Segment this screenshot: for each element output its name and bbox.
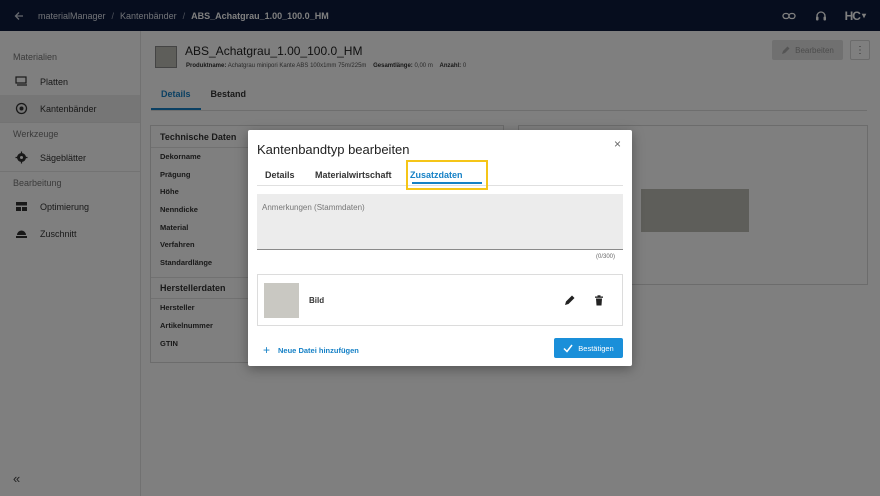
notes-textarea[interactable]: Anmerkungen (Stammdaten) [257,194,623,250]
edit-edgeband-dialog: Kantenbandtyp bearbeiten × Details Mater… [248,130,632,366]
highlight-box [406,160,488,190]
tab-materialwirtschaft[interactable]: Materialwirtschaft [315,163,392,186]
add-file-label: Neue Datei hinzufügen [278,345,359,355]
file-label: Bild [309,296,325,305]
file-item: Bild [257,274,623,326]
close-icon[interactable]: × [614,137,621,151]
confirm-button-label: Bestätigen [578,343,614,353]
dialog-title: Kantenbandtyp bearbeiten [257,142,410,157]
add-file-button[interactable]: + Neue Datei hinzufügen [263,343,359,357]
plus-icon: + [263,343,271,357]
notes-placeholder: Anmerkungen (Stammdaten) [262,203,365,212]
trash-icon[interactable] [592,293,606,307]
file-thumbnail [264,283,299,318]
confirm-button[interactable]: Bestätigen [554,338,623,358]
pencil-icon[interactable] [562,293,576,307]
tab-details[interactable]: Details [265,163,295,186]
check-icon [563,344,573,353]
dialog-tabs: Details Materialwirtschaft Zusatzdaten [257,160,623,190]
character-counter: (0/300) [595,254,615,260]
